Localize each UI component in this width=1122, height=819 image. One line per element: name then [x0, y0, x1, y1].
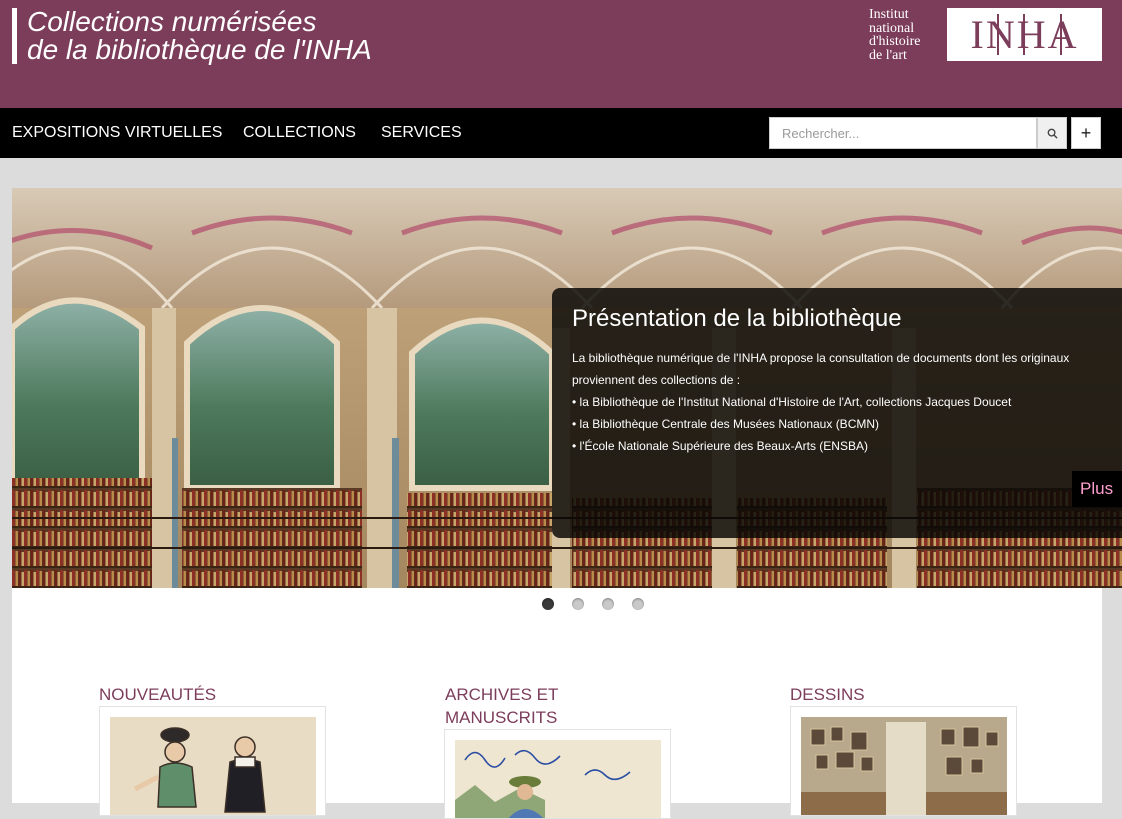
logo-divider [997, 14, 999, 55]
slide-caption-title: Présentation de la bibliothèque [572, 305, 902, 332]
site-header: Collections numérisées de la bibliothèqu… [0, 0, 1122, 108]
logo-divider [1060, 14, 1062, 55]
nav-item-services[interactable]: SERVICES [381, 108, 462, 158]
institute-line: Institut [869, 7, 909, 22]
caption-bullet: • la Bibliothèque Centrale des Musées Na… [572, 417, 880, 431]
search-button[interactable] [1037, 117, 1067, 149]
caption-paragraph: La bibliothèque numérique de l'INHA prop… [572, 351, 1070, 387]
caption-bullet: • l'École Nationale Supérieure des Beaux… [572, 439, 868, 453]
category-thumbnail-dessins[interactable] [790, 706, 1017, 816]
slide-caption-text: La bibliothèque numérique de l'INHA prop… [572, 347, 1112, 457]
site-title-line1: Collections numérisées [27, 6, 317, 37]
inha-logo[interactable]: INHA [947, 8, 1102, 61]
nav-item-collections[interactable]: COLLECTIONS [243, 108, 356, 158]
category-title-archives-manuscrits[interactable]: ARCHIVES ET MANUSCRITS [445, 683, 595, 729]
category-thumbnail-nouveautes[interactable] [99, 706, 326, 816]
search-input[interactable] [769, 117, 1037, 149]
institute-line: d'histoire [869, 34, 921, 49]
manuscript-letter-image [455, 740, 661, 818]
advanced-search-button[interactable]: + [1071, 117, 1101, 149]
category-thumbnail-archives-manuscrits[interactable] [444, 729, 671, 819]
category-title-dessins[interactable]: DESSINS [790, 683, 865, 706]
slider-dot-4[interactable] [632, 598, 644, 610]
site-title-line2: de la bibliothèque de l'INHA [27, 34, 372, 65]
slider-dot-3[interactable] [602, 598, 614, 610]
slider-dot-1[interactable] [542, 598, 554, 610]
nav-item-expositions-virtuelles[interactable]: EXPOSITIONS VIRTUELLES [12, 108, 222, 158]
caption-bullet: • la Bibliothèque de l'Institut National… [572, 395, 1012, 409]
interior-drawing-image [801, 717, 1007, 815]
institute-name: Institut national d'histoire de l'art [869, 8, 921, 62]
logo-divider [1023, 14, 1025, 55]
caricature-drawing-image [110, 717, 316, 815]
institute-line: national [869, 20, 915, 36]
site-title[interactable]: Collections numérisées de la bibliothèqu… [12, 8, 372, 64]
category-title-nouveautes[interactable]: NOUVEAUTÉS [99, 683, 216, 706]
search-icon [1047, 128, 1058, 139]
slide-caption: Présentation de la bibliothèque La bibli… [552, 288, 1122, 538]
institute-line: de l'art [869, 47, 907, 63]
slider-dot-2[interactable] [572, 598, 584, 610]
slide-more-link[interactable]: Plus [1072, 471, 1122, 507]
